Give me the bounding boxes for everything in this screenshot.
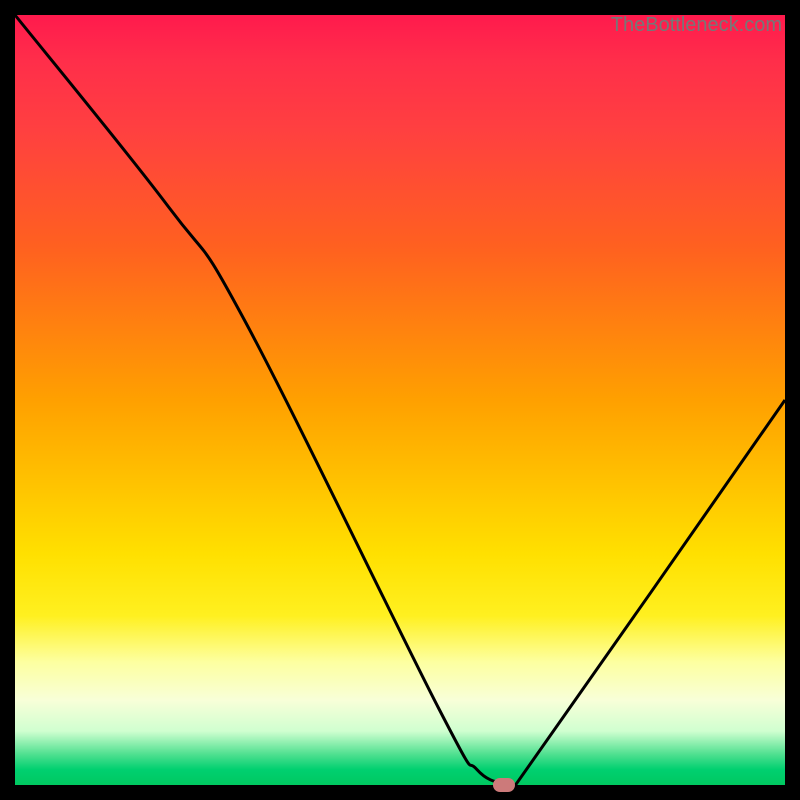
chart-container: TheBottleneck.com bbox=[0, 0, 800, 800]
watermark-text: TheBottleneck.com bbox=[611, 14, 782, 37]
optimal-point-marker bbox=[493, 778, 515, 792]
plot-gradient-area bbox=[15, 15, 785, 785]
